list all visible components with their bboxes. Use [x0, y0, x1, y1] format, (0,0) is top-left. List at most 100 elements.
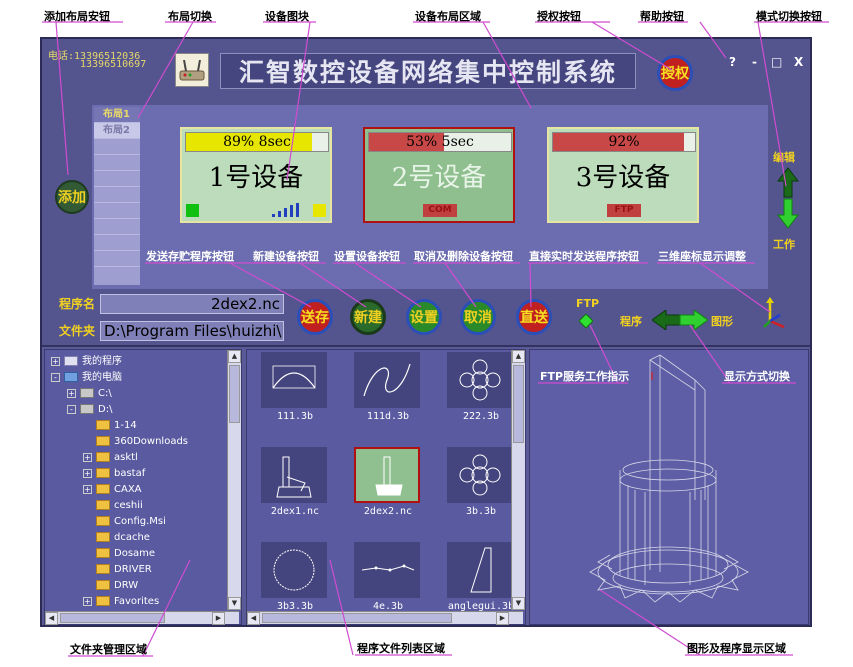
tree-scrollbar-h[interactable]: ◀ ▶ — [45, 611, 239, 625]
tree-item-label: bastaf — [114, 468, 146, 479]
app-title: 汇智数控设备网络集中控制系统 — [220, 53, 636, 89]
layout-tab-1[interactable]: 布局1 — [94, 107, 140, 123]
device-name: 2号设备 — [391, 163, 487, 193]
folder-icon — [96, 500, 110, 510]
tree-item[interactable]: dcache — [83, 530, 150, 546]
scroll-down-icon[interactable]: ▼ — [228, 597, 241, 610]
file-scrollbar-v[interactable]: ▲ ▼ — [511, 350, 525, 610]
scroll-right-icon[interactable]: ▶ — [212, 612, 225, 625]
logo — [175, 53, 209, 87]
mode-work-label: 工作 — [773, 238, 795, 251]
help-button[interactable]: ? — [729, 55, 736, 69]
tree-expander-icon[interactable]: + — [83, 484, 92, 494]
scroll-thumb[interactable] — [262, 613, 452, 623]
folder-tree-panel: + 我的程序 - 我的电脑 + C:\ - D:\ 1-14 360Downloads + asktl… — [44, 349, 242, 625]
tree-expander-icon[interactable]: - — [51, 372, 60, 382]
file-thumbnail-icon — [354, 352, 420, 408]
scroll-thumb[interactable] — [229, 365, 240, 423]
file-item[interactable]: 111.3b — [255, 352, 335, 434]
file-item[interactable]: 2dex1.nc — [255, 447, 335, 529]
graphic-display-panel — [529, 349, 809, 625]
scroll-up-icon[interactable]: ▲ — [228, 350, 241, 363]
folder-icon — [96, 596, 110, 606]
scroll-down-icon[interactable]: ▼ — [512, 597, 525, 610]
tree-item[interactable]: DRW — [83, 578, 138, 594]
file-item[interactable]: 2dex2.nc — [348, 447, 428, 529]
send-store-button[interactable]: 送存 — [297, 299, 333, 335]
tree-item[interactable]: + CAXA — [83, 482, 142, 498]
folder-field[interactable]: D:\Program Files\huizhi\F — [100, 321, 284, 341]
mode-switch-icon[interactable] — [777, 167, 799, 229]
callout-send-store: 发送存贮程序按钮 — [146, 250, 234, 263]
program-name-field[interactable]: 2dex2.nc — [100, 294, 284, 314]
file-name: 3b.3b — [465, 506, 497, 517]
file-thumbnail-icon — [447, 352, 513, 408]
file-item[interactable]: 3b.3b — [441, 447, 521, 529]
folder-icon — [96, 548, 110, 558]
tree-expander-icon[interactable]: + — [83, 468, 92, 478]
tree-item[interactable]: + bastaf — [83, 466, 145, 482]
file-scrollbar-h[interactable]: ◀ ▶ — [247, 611, 523, 625]
layout-tab-empty — [94, 187, 140, 203]
restore-button[interactable]: □ — [771, 55, 782, 69]
tree-item[interactable]: + asktl — [83, 450, 138, 466]
scroll-thumb[interactable] — [60, 613, 165, 623]
callout-cancel-delete: 取消及删除设备按钮 — [414, 250, 513, 263]
layout-tab-2[interactable]: 布局2 — [94, 123, 140, 139]
tree-item[interactable]: ceshii — [83, 498, 143, 514]
tree-expander-icon[interactable]: - — [67, 404, 76, 414]
file-thumbnail-icon — [261, 447, 327, 503]
tree-item[interactable]: DRIVER — [83, 562, 152, 578]
scroll-left-icon[interactable]: ◀ — [45, 612, 58, 625]
folder-icon — [96, 468, 110, 478]
tree-item[interactable]: Config.Msi — [83, 514, 166, 530]
tree-item[interactable]: 1-14 — [83, 418, 137, 434]
tree-item[interactable]: + Favorites — [83, 594, 159, 610]
tree-item[interactable]: + C:\ — [67, 386, 112, 402]
tree-expander-icon[interactable]: + — [83, 452, 92, 462]
scroll-left-icon[interactable]: ◀ — [247, 612, 260, 625]
minimize-button[interactable]: - — [752, 55, 757, 69]
file-item[interactable]: 111d.3b — [348, 352, 428, 434]
file-thumbnail-icon — [261, 352, 327, 408]
folder-icon — [96, 564, 110, 574]
scroll-right-icon[interactable]: ▶ — [496, 612, 509, 625]
tree-item-label: Favorites — [114, 596, 160, 607]
direct-send-button[interactable]: 直送 — [516, 299, 552, 335]
device-tile-3[interactable]: 92% 3号设备 FTP — [547, 127, 699, 223]
tree-item-label: 我的程序 — [82, 356, 122, 367]
tree-item[interactable]: - D:\ — [67, 402, 112, 418]
tree-item[interactable]: + 我的程序 — [51, 354, 122, 370]
callout-device-icon: 设备图块 — [265, 10, 309, 23]
drive-icon — [80, 404, 94, 414]
file-item[interactable]: 222.3b — [441, 352, 521, 434]
tree-item[interactable]: - 我的电脑 — [51, 370, 122, 386]
tree-item-label: 1-14 — [114, 420, 137, 431]
computer-icon — [64, 372, 78, 382]
file-thumbnail-icon — [447, 447, 513, 503]
tree-expander-icon[interactable]: + — [83, 596, 92, 606]
tree-expander-icon[interactable]: + — [51, 356, 60, 366]
tree-scrollbar-v[interactable]: ▲ ▼ — [227, 350, 241, 610]
settings-button[interactable]: 设置 — [406, 299, 442, 335]
display-switch-icon[interactable] — [652, 310, 708, 330]
tree-item[interactable]: 360Downloads — [83, 434, 188, 450]
app-window: 电话:13396512036 13396510697 汇智数控设备网络集中控制系… — [40, 37, 812, 627]
callout-layout-switch: 布局切换 — [168, 10, 212, 23]
close-button[interactable]: X — [794, 55, 803, 69]
protocol-badge: FTP — [607, 204, 641, 217]
device-name: 1号设备 — [208, 163, 304, 193]
tree-expander-icon[interactable]: + — [67, 388, 76, 398]
tree-item-label: Config.Msi — [114, 516, 166, 527]
cancel-button[interactable]: 取消 — [460, 299, 496, 335]
device-tile-1[interactable]: 89% 8sec 1号设备 — [180, 127, 332, 223]
layout-tab-empty — [94, 203, 140, 219]
tree-item[interactable]: Dosame — [83, 546, 155, 562]
add-layout-button[interactable]: 添加 — [55, 180, 89, 214]
scroll-up-icon[interactable]: ▲ — [512, 350, 525, 363]
device-tile-2[interactable]: 53% 5sec 2号设备 COM — [363, 127, 515, 223]
axis-3d-icon[interactable] — [762, 297, 788, 331]
new-device-button[interactable]: 新建 — [350, 299, 386, 335]
scroll-thumb[interactable] — [513, 365, 524, 443]
auth-button[interactable]: 授权 — [657, 55, 693, 91]
